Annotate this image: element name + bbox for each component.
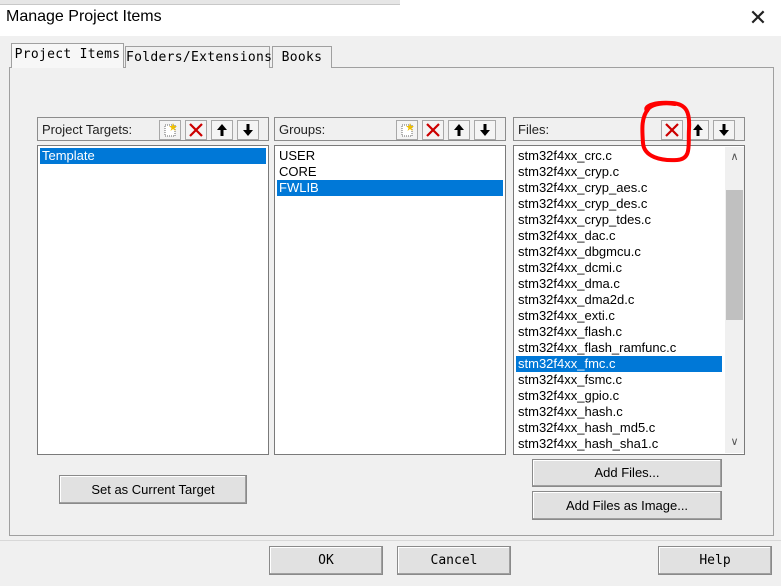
list-item[interactable]: stm32f4xx_crc.c bbox=[516, 148, 722, 164]
list-item[interactable]: FWLIB bbox=[277, 180, 503, 196]
list-item[interactable]: stm32f4xx_hash.c bbox=[516, 404, 722, 420]
list-item[interactable]: USER bbox=[277, 148, 503, 164]
add-files-as-image-button[interactable]: Add Files as Image... bbox=[532, 491, 722, 520]
scroll-up-icon[interactable]: ∧ bbox=[725, 149, 744, 166]
add-files-button[interactable]: Add Files... bbox=[532, 459, 722, 487]
targets-header-label: Project Targets: bbox=[42, 122, 133, 137]
list-item[interactable]: stm32f4xx_dcmi.c bbox=[516, 260, 722, 276]
move-down-icon[interactable] bbox=[474, 120, 496, 140]
delete-icon[interactable] bbox=[185, 120, 207, 140]
list-item[interactable]: stm32f4xx_hash_md5.c bbox=[516, 420, 722, 436]
list-item[interactable]: stm32f4xx_fsmc.c bbox=[516, 372, 722, 388]
ok-button[interactable]: OK bbox=[269, 546, 383, 575]
dialog-title: Manage Project Items bbox=[6, 8, 162, 25]
list-item[interactable]: stm32f4xx_flash.c bbox=[516, 324, 722, 340]
list-item[interactable]: stm32f4xx_cryp_aes.c bbox=[516, 180, 722, 196]
scrollbar-thumb[interactable] bbox=[726, 190, 743, 320]
list-item[interactable]: Template bbox=[40, 148, 266, 164]
list-item[interactable]: stm32f4xx_dac.c bbox=[516, 228, 722, 244]
move-down-icon[interactable] bbox=[237, 120, 259, 140]
files-header-label: Files: bbox=[518, 122, 550, 137]
close-icon[interactable]: ✕ bbox=[742, 2, 774, 34]
set-current-target-button[interactable]: Set as Current Target bbox=[59, 475, 247, 504]
delete-icon[interactable] bbox=[422, 120, 444, 140]
targets-list[interactable]: Template bbox=[37, 145, 269, 455]
list-item[interactable]: stm32f4xx_dbgmcu.c bbox=[516, 244, 722, 260]
targets-header: Project Targets: bbox=[37, 117, 269, 141]
separator bbox=[0, 540, 781, 541]
list-item[interactable]: stm32f4xx_cryp.c bbox=[516, 164, 722, 180]
list-item[interactable]: stm32f4xx_cryp_des.c bbox=[516, 196, 722, 212]
delete-icon[interactable] bbox=[661, 120, 683, 140]
files-header: Files: bbox=[513, 117, 745, 141]
files-scrollbar[interactable]: ∧ ∨ bbox=[725, 147, 744, 453]
list-item[interactable]: stm32f4xx_hash_sha1.c bbox=[516, 436, 722, 452]
scroll-down-icon[interactable]: ∨ bbox=[725, 434, 744, 451]
move-up-icon[interactable] bbox=[448, 120, 470, 140]
groups-header-label: Groups: bbox=[279, 122, 326, 137]
new-icon[interactable] bbox=[396, 120, 418, 140]
move-up-icon[interactable] bbox=[211, 120, 233, 140]
list-item[interactable]: stm32f4xx_gpio.c bbox=[516, 388, 722, 404]
files-list[interactable]: stm32f4xx_crc.c stm32f4xx_cryp.c stm32f4… bbox=[513, 145, 745, 455]
background-window-strip bbox=[0, 0, 400, 5]
new-icon[interactable] bbox=[159, 120, 181, 140]
list-item[interactable]: stm32f4xx_fmc.c bbox=[516, 356, 722, 372]
list-item[interactable]: CORE bbox=[277, 164, 503, 180]
title-bar: Manage Project Items ✕ bbox=[0, 0, 781, 36]
cancel-button[interactable]: Cancel bbox=[397, 546, 511, 575]
list-item[interactable]: stm32f4xx_flash_ramfunc.c bbox=[516, 340, 722, 356]
move-down-icon[interactable] bbox=[713, 120, 735, 140]
tab-project-items[interactable]: Project Items bbox=[11, 43, 124, 68]
tab-folders-extensions[interactable]: Folders/Extensions bbox=[125, 46, 272, 68]
list-item[interactable]: stm32f4xx_exti.c bbox=[516, 308, 722, 324]
help-button[interactable]: Help bbox=[658, 546, 772, 575]
tab-books[interactable]: Books bbox=[272, 46, 332, 68]
list-item[interactable]: stm32f4xx_dma.c bbox=[516, 276, 722, 292]
groups-header: Groups: bbox=[274, 117, 506, 141]
move-up-icon[interactable] bbox=[687, 120, 709, 140]
list-item[interactable]: stm32f4xx_dma2d.c bbox=[516, 292, 722, 308]
list-item[interactable]: stm32f4xx_cryp_tdes.c bbox=[516, 212, 722, 228]
groups-list[interactable]: USER CORE FWLIB bbox=[274, 145, 506, 455]
